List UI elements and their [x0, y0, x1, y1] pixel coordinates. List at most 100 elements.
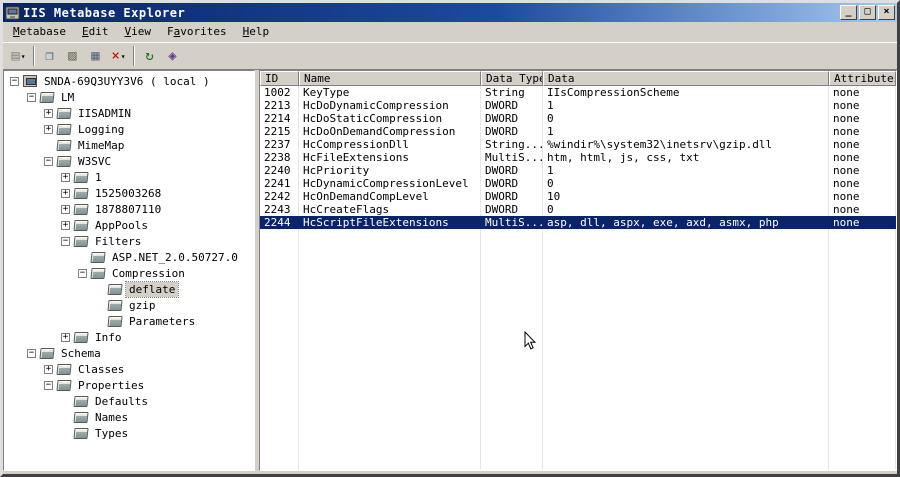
column-header-attributes[interactable]: Attributes [829, 71, 896, 86]
maximize-button[interactable]: □ [859, 5, 876, 20]
tree-item-defaults[interactable]: Defaults [4, 393, 254, 409]
table-row[interactable]: 2215 HcDoOnDemandCompression DWORD 1 none [260, 125, 896, 138]
expand-icon[interactable]: + [61, 220, 70, 230]
column-header-data[interactable]: Data [543, 71, 829, 86]
cell-data-type: DWORD [481, 125, 543, 138]
cell-id: 2237 [260, 138, 299, 151]
tree-item-label: Names [95, 410, 129, 424]
tree-item-label: Filters [95, 234, 142, 248]
tree-item-label: Logging [78, 122, 125, 136]
tree-item-schema[interactable]: − Schema [4, 345, 254, 361]
collapse-icon[interactable]: − [44, 380, 53, 390]
delete-button[interactable]: × ▾ [107, 45, 130, 67]
copy-button[interactable]: ❐ [38, 45, 61, 67]
collapse-icon[interactable]: − [10, 76, 19, 86]
property-list: ID Name Data Type Data Attributes 1002 KeyTyp… [259, 70, 897, 471]
title-bar[interactable]: IIS Metabase Explorer _ □ × [3, 3, 897, 22]
tree-item-properties[interactable]: − Properties [4, 377, 254, 393]
expand-icon[interactable]: + [44, 108, 53, 118]
menu-metabase[interactable]: Metabase [5, 23, 74, 40]
metabase-node-icon [73, 235, 89, 247]
metabase-node-icon [73, 395, 89, 407]
table-row[interactable]: 1002 KeyType String IIsCompressionScheme non… [260, 86, 896, 99]
cell-attributes: none [829, 151, 896, 164]
refresh-button[interactable]: ↻ [138, 45, 161, 67]
tree-item-1525003268[interactable]: +1525003268 [4, 185, 254, 201]
tree-item-iisadmin[interactable]: + IISADMIN [4, 105, 254, 121]
expand-icon[interactable]: + [44, 364, 53, 374]
tree-item-1[interactable]: +1 [4, 169, 254, 185]
table-row[interactable]: 2244 HcScriptFileExtensions MultiS... asp, … [260, 216, 896, 229]
collapse-icon[interactable]: − [27, 348, 36, 358]
collapse-icon[interactable]: − [61, 236, 70, 246]
cell-name: HcDoDynamicCompression [299, 99, 481, 112]
tree-item-snda-69q3uyy3v6-local[interactable]: − SNDA-69Q3UYY3V6 ( local ) [4, 73, 254, 89]
collapse-icon[interactable]: − [27, 92, 36, 102]
tree-item-mimemap[interactable]: MimeMap [4, 137, 254, 153]
close-button[interactable]: × [878, 5, 895, 20]
cell-attributes: none [829, 138, 896, 151]
table-row[interactable]: 2214 HcDoStaticCompression DWORD 0 none [260, 112, 896, 125]
tree-item-names[interactable]: Names [4, 409, 254, 425]
cell-attributes: none [829, 99, 896, 112]
table-row[interactable]: 2241 HcDynamicCompressionLevel DWORD 0 none [260, 177, 896, 190]
collapse-icon[interactable]: − [44, 156, 53, 166]
tree-item-parameters[interactable]: Parameters [4, 313, 254, 329]
minimize-button[interactable]: _ [840, 5, 857, 20]
computer-icon [23, 75, 37, 87]
expand-icon[interactable]: + [61, 204, 70, 214]
tree-item-label: LM [61, 90, 75, 104]
metabase-node-icon [56, 155, 72, 167]
collapse-icon[interactable]: − [78, 268, 87, 278]
table-row[interactable]: 2240 HcPriority DWORD 1 none [260, 164, 896, 177]
menu-help[interactable]: Help [235, 23, 278, 40]
menu-view[interactable]: View [116, 23, 159, 40]
tree-item-deflate[interactable]: deflate [4, 280, 254, 298]
metabase-node-icon [56, 379, 72, 391]
cell-data: 10 [543, 190, 829, 203]
expand-icon[interactable]: + [61, 172, 70, 182]
table-row[interactable]: 2213 HcDoDynamicCompression DWORD 1 none [260, 99, 896, 112]
tree-item-gzip[interactable]: gzip [4, 297, 254, 313]
tree-item-label: Info [95, 330, 122, 344]
expand-icon[interactable]: + [61, 188, 70, 198]
tree-item-w3svc[interactable]: − W3SVC [4, 153, 254, 169]
properties-button[interactable]: ▦ [84, 45, 107, 67]
metabase-node-icon [73, 219, 89, 231]
tree-item-asp-net-2-0-50727-0[interactable]: ASP.NET_2.0.50727.0 [4, 249, 254, 265]
table-row[interactable]: 2237 HcCompressionDll String... %windir%\sy… [260, 138, 896, 151]
tree-item-filters[interactable]: − Filters [4, 233, 254, 249]
menu-favorites[interactable]: Favorites [159, 23, 235, 40]
metabase-node-icon [90, 267, 106, 279]
tree-item-1878807110[interactable]: +1878807110 [4, 201, 254, 217]
table-row[interactable]: 2242 HcOnDemandCompLevel DWORD 10 none [260, 190, 896, 203]
cell-id: 2244 [260, 216, 299, 229]
tree-item-compression[interactable]: − Compression [4, 265, 254, 281]
table-row[interactable]: 2238 HcFileExtensions MultiS... htm, html, … [260, 151, 896, 164]
column-header-id[interactable]: ID [260, 71, 299, 86]
tree-item-logging[interactable]: + Logging [4, 121, 254, 137]
table-row[interactable]: 2243 HcCreateFlags DWORD 0 none [260, 203, 896, 216]
metabase-node-icon [90, 251, 106, 263]
column-header-data-type[interactable]: Data Type [481, 71, 543, 86]
tree-item-label: IISADMIN [78, 106, 131, 120]
metabase-node-icon [73, 331, 89, 343]
tree-item-apppools[interactable]: + AppPools [4, 217, 254, 233]
network-button[interactable]: ◈ [161, 45, 184, 67]
tree-item-lm[interactable]: − LM [4, 89, 254, 105]
tree-item-types[interactable]: Types [4, 425, 254, 441]
expand-icon[interactable]: + [61, 332, 70, 342]
expand-icon[interactable]: + [44, 124, 53, 134]
copy-icon: ❐ [45, 48, 54, 64]
menu-bar: Metabase Edit View Favorites Help [3, 22, 897, 42]
menu-edit[interactable]: Edit [74, 23, 117, 40]
gridline [829, 229, 896, 470]
column-header-name[interactable]: Name [299, 71, 481, 86]
paste-button[interactable]: ▨ [61, 45, 84, 67]
cell-id: 1002 [260, 86, 299, 99]
tree-item-classes[interactable]: + Classes [4, 361, 254, 377]
app-icon [5, 6, 20, 19]
tree-item-info[interactable]: + Info [4, 329, 254, 345]
tree-item-label: 1878807110 [95, 202, 162, 216]
new-item-button[interactable]: ▤ ▾ [7, 45, 30, 67]
